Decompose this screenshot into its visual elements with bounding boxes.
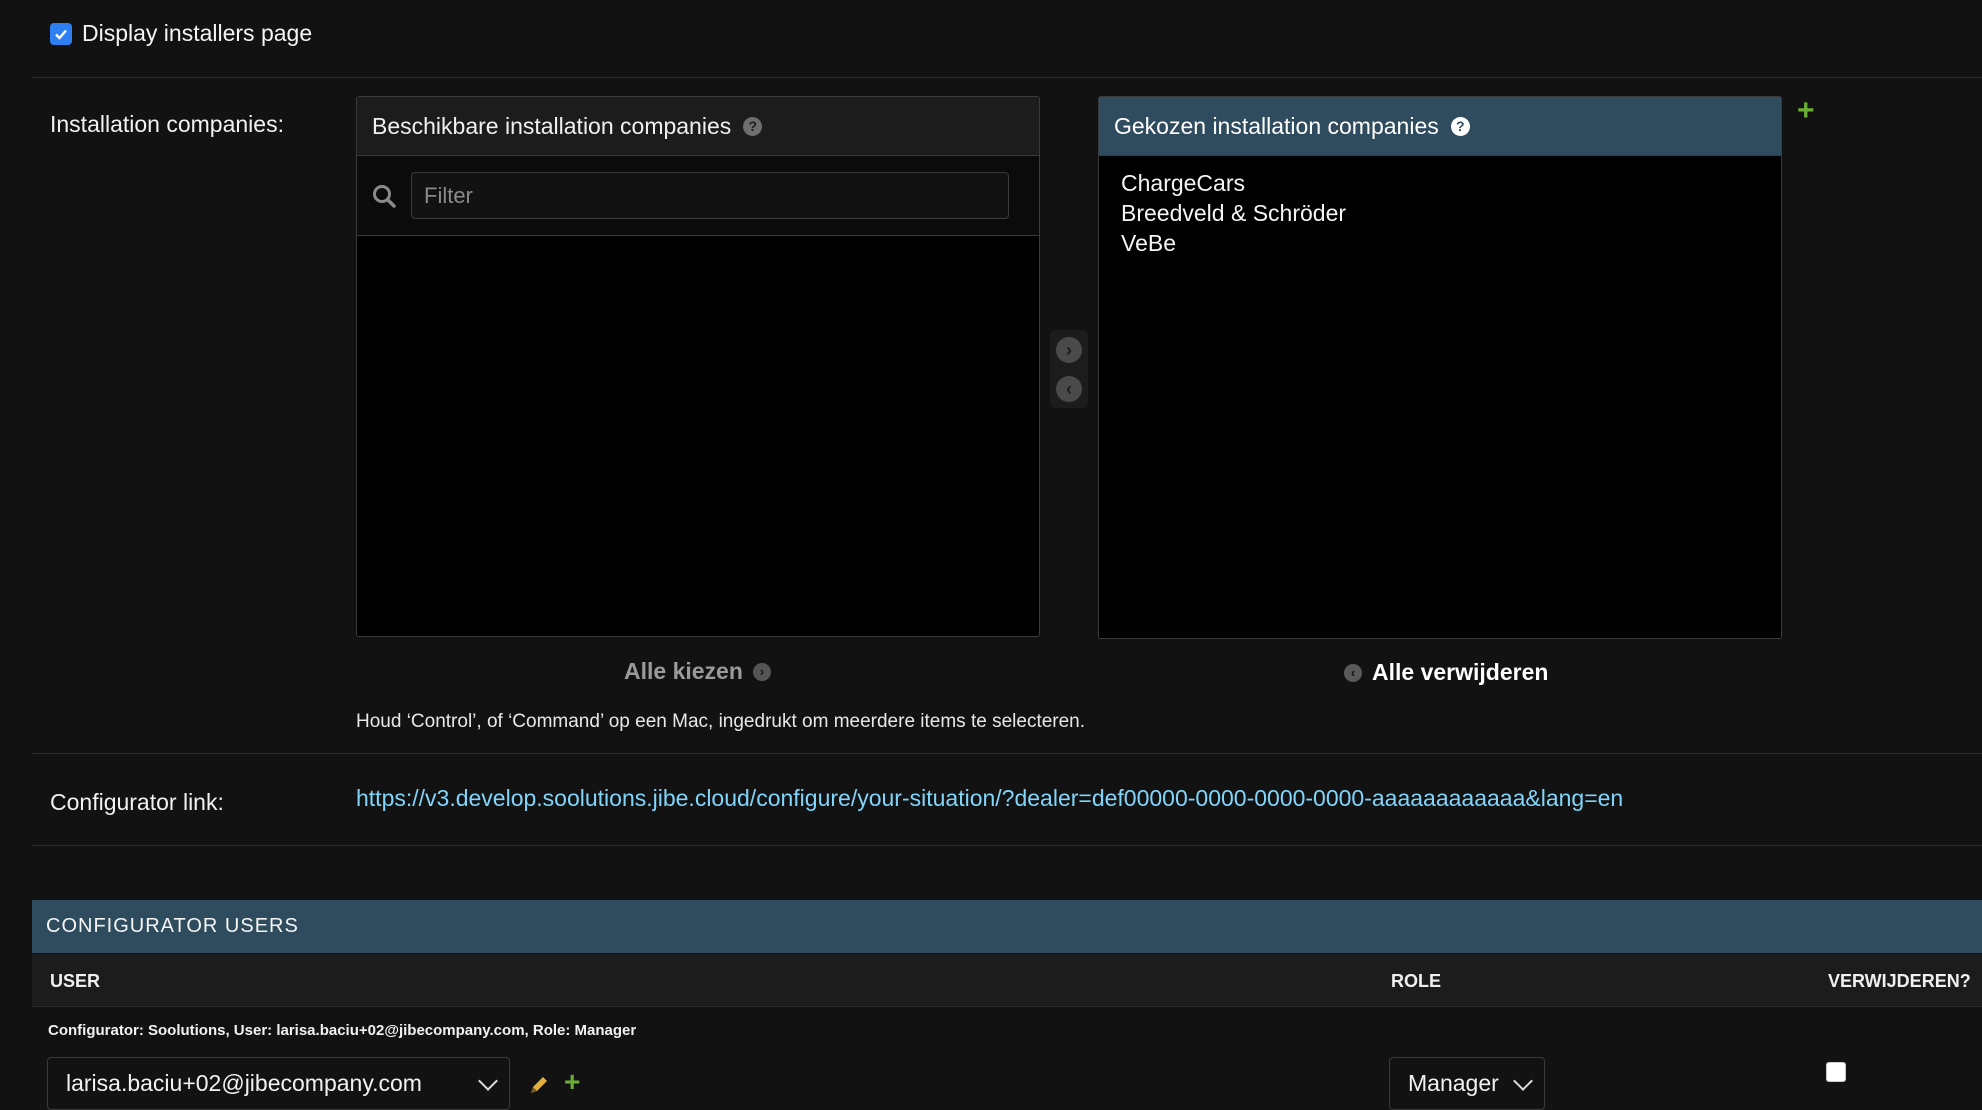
selector-move-controls: › ‹	[1050, 330, 1088, 408]
chosen-companies-header: Gekozen installation companies ?	[1099, 97, 1781, 156]
add-installation-company-icon[interactable]: +	[1797, 96, 1815, 126]
divider	[32, 845, 1982, 846]
role-select[interactable]: Manager	[1389, 1057, 1545, 1110]
configurator-link[interactable]: https://v3.develop.soolutions.jibe.cloud…	[356, 785, 1623, 812]
column-user: USER	[50, 971, 101, 991]
installation-companies-label: Installation companies:	[50, 111, 284, 137]
move-right-arrow-icon[interactable]: ›	[1056, 336, 1082, 363]
display-installers-row: Display installers page	[50, 20, 312, 47]
help-icon[interactable]: ?	[1450, 116, 1470, 136]
chosen-companies-list[interactable]: ChargeCars Breedveld & Schröder VeBe	[1099, 156, 1781, 258]
user-select-value: larisa.baciu+02@jibecompany.com	[66, 1070, 422, 1096]
configurator-users-header: CONFIGURATOR USERS	[32, 900, 1982, 953]
available-companies-title: Beschikbare installation companies	[372, 112, 732, 139]
table-row-caption: Configurator: Soolutions, User: larisa.b…	[48, 1022, 637, 1039]
available-companies-list[interactable]	[357, 236, 1039, 636]
move-left-arrow-icon[interactable]: ‹	[1056, 375, 1082, 402]
add-user-icon[interactable]: +	[564, 1068, 580, 1096]
remove-all-link[interactable]: ‹ Alle verwijderen	[1344, 659, 1548, 686]
help-icon[interactable]: ?	[743, 116, 763, 136]
chevron-right-icon: ›	[752, 662, 771, 681]
chosen-companies-box: Gekozen installation companies ? ChargeC…	[1098, 96, 1782, 639]
column-delete: VERWIJDEREN?	[1828, 971, 1971, 991]
remove-all-label: Alle verwijderen	[1372, 659, 1549, 685]
divider	[32, 753, 1982, 754]
checkmark-icon	[55, 29, 67, 40]
column-role: ROLE	[1391, 971, 1442, 991]
configurator-users-title: CONFIGURATOR USERS	[46, 915, 299, 937]
filter-area	[357, 156, 1039, 236]
choose-all-label: Alle kiezen	[624, 658, 743, 684]
display-installers-label[interactable]: Display installers page	[82, 20, 312, 47]
search-icon	[373, 184, 396, 208]
configurator-link-label: Configurator link:	[50, 789, 224, 815]
filter-input[interactable]	[411, 172, 1009, 219]
configurator-users-table-header: USER ROLE VERWIJDEREN?	[32, 954, 1982, 1007]
chosen-companies-title: Gekozen installation companies	[1114, 112, 1439, 139]
available-companies-box: Beschikbare installation companies ?	[356, 96, 1040, 637]
chosen-company-item[interactable]: VeBe	[1121, 228, 1781, 258]
edit-pencil-icon[interactable]	[527, 1073, 551, 1097]
chevron-left-icon: ‹	[1344, 663, 1362, 682]
user-select[interactable]: larisa.baciu+02@jibecompany.com	[47, 1057, 510, 1110]
available-companies-header: Beschikbare installation companies ?	[357, 97, 1039, 156]
chevron-down-icon	[478, 1070, 498, 1091]
selection-help-text: Houd ‘Control’, of ‘Command’ op een Mac,…	[356, 711, 1086, 732]
divider	[32, 77, 1982, 78]
role-select-value: Manager	[1408, 1070, 1499, 1096]
chosen-company-item[interactable]: ChargeCars	[1121, 168, 1781, 198]
choose-all-link[interactable]: Alle kiezen ›	[624, 658, 771, 685]
chevron-down-icon	[1513, 1070, 1533, 1091]
delete-checkbox[interactable]	[1826, 1062, 1846, 1082]
display-installers-checkbox[interactable]	[50, 22, 72, 45]
chosen-company-item[interactable]: Breedveld & Schröder	[1121, 198, 1781, 228]
